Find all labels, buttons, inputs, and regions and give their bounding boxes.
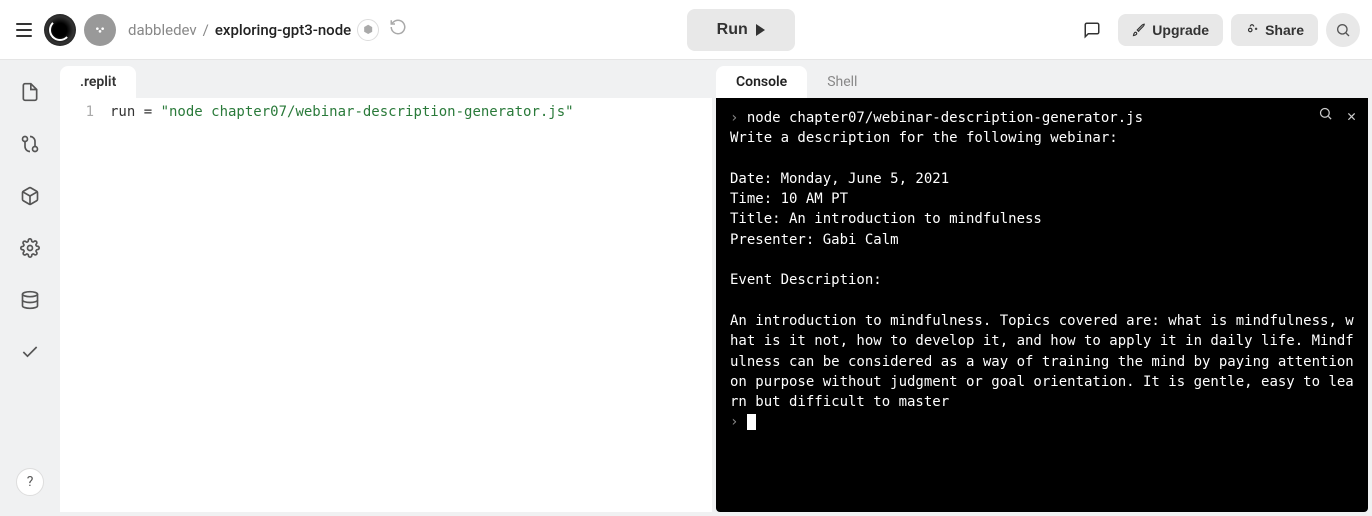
header-bar: dabbledev / exploring-gpt3-node ⬢ Run Up… <box>0 0 1372 60</box>
chat-icon[interactable] <box>1074 12 1110 48</box>
rocket-icon <box>1132 23 1146 37</box>
code-editor[interactable]: 1 run = "node chapter07/webinar-descript… <box>60 98 712 512</box>
upgrade-label: Upgrade <box>1152 22 1209 38</box>
editor-panel: .replit 1 run = "node chapter07/webinar-… <box>60 66 712 512</box>
header-right: Upgrade Share <box>1074 12 1360 48</box>
header-center: Run <box>415 9 1066 51</box>
console-toolbar: ✕ <box>1318 106 1356 128</box>
console-command: node chapter07/webinar-description-gener… <box>747 110 1143 126</box>
console-close-icon[interactable]: ✕ <box>1347 106 1356 128</box>
hamburger-menu-icon[interactable] <box>12 18 36 42</box>
user-avatar[interactable] <box>84 14 116 46</box>
share-icon <box>1245 23 1259 37</box>
console-text: Write a description for the following we… <box>730 130 1362 410</box>
run-button[interactable]: Run <box>687 9 795 51</box>
line-number: 1 <box>60 104 110 512</box>
prompt-caret-2: › <box>730 414 747 430</box>
version-control-icon[interactable] <box>18 132 42 156</box>
language-nodejs-icon: ⬢ <box>357 19 379 41</box>
breadcrumb-user[interactable]: dabbledev <box>128 21 197 39</box>
packages-icon[interactable] <box>18 184 42 208</box>
tab-shell[interactable]: Shell <box>807 66 877 98</box>
files-icon[interactable] <box>18 80 42 104</box>
search-button[interactable] <box>1326 13 1360 47</box>
share-button[interactable]: Share <box>1231 14 1318 46</box>
breadcrumb-project[interactable]: exploring-gpt3-node <box>215 21 351 39</box>
run-button-label: Run <box>717 21 748 39</box>
history-icon[interactable] <box>389 18 407 41</box>
console-tabs: Console Shell <box>716 66 1368 98</box>
tab-console[interactable]: Console <box>716 66 807 98</box>
breadcrumb-separator: / <box>203 21 209 39</box>
editor-tabs: .replit <box>60 66 712 98</box>
prompt-caret: › <box>730 110 747 126</box>
code-line: run = "node chapter07/webinar-descriptio… <box>110 104 574 512</box>
cursor-icon <box>747 414 756 430</box>
upgrade-button[interactable]: Upgrade <box>1118 14 1223 46</box>
breadcrumb: dabbledev / exploring-gpt3-node ⬢ <box>128 18 407 41</box>
share-label: Share <box>1265 22 1304 38</box>
replit-logo-icon[interactable] <box>44 14 76 46</box>
database-icon[interactable] <box>18 288 42 312</box>
main-area: ? .replit 1 run = "node chapter07/webina… <box>0 60 1372 516</box>
console-output[interactable]: ✕ › node chapter07/webinar-description-ge… <box>716 98 1368 512</box>
play-icon <box>756 24 765 36</box>
help-button[interactable]: ? <box>16 468 44 496</box>
left-sidebar: ? <box>0 60 60 516</box>
editor-tab-replit[interactable]: .replit <box>60 66 136 98</box>
console-panel: Console Shell ✕ › node chapter07/webinar-… <box>716 66 1368 512</box>
checkmark-icon[interactable] <box>18 340 42 364</box>
search-icon <box>1335 22 1351 38</box>
console-search-icon[interactable] <box>1318 106 1333 128</box>
settings-icon[interactable] <box>18 236 42 260</box>
